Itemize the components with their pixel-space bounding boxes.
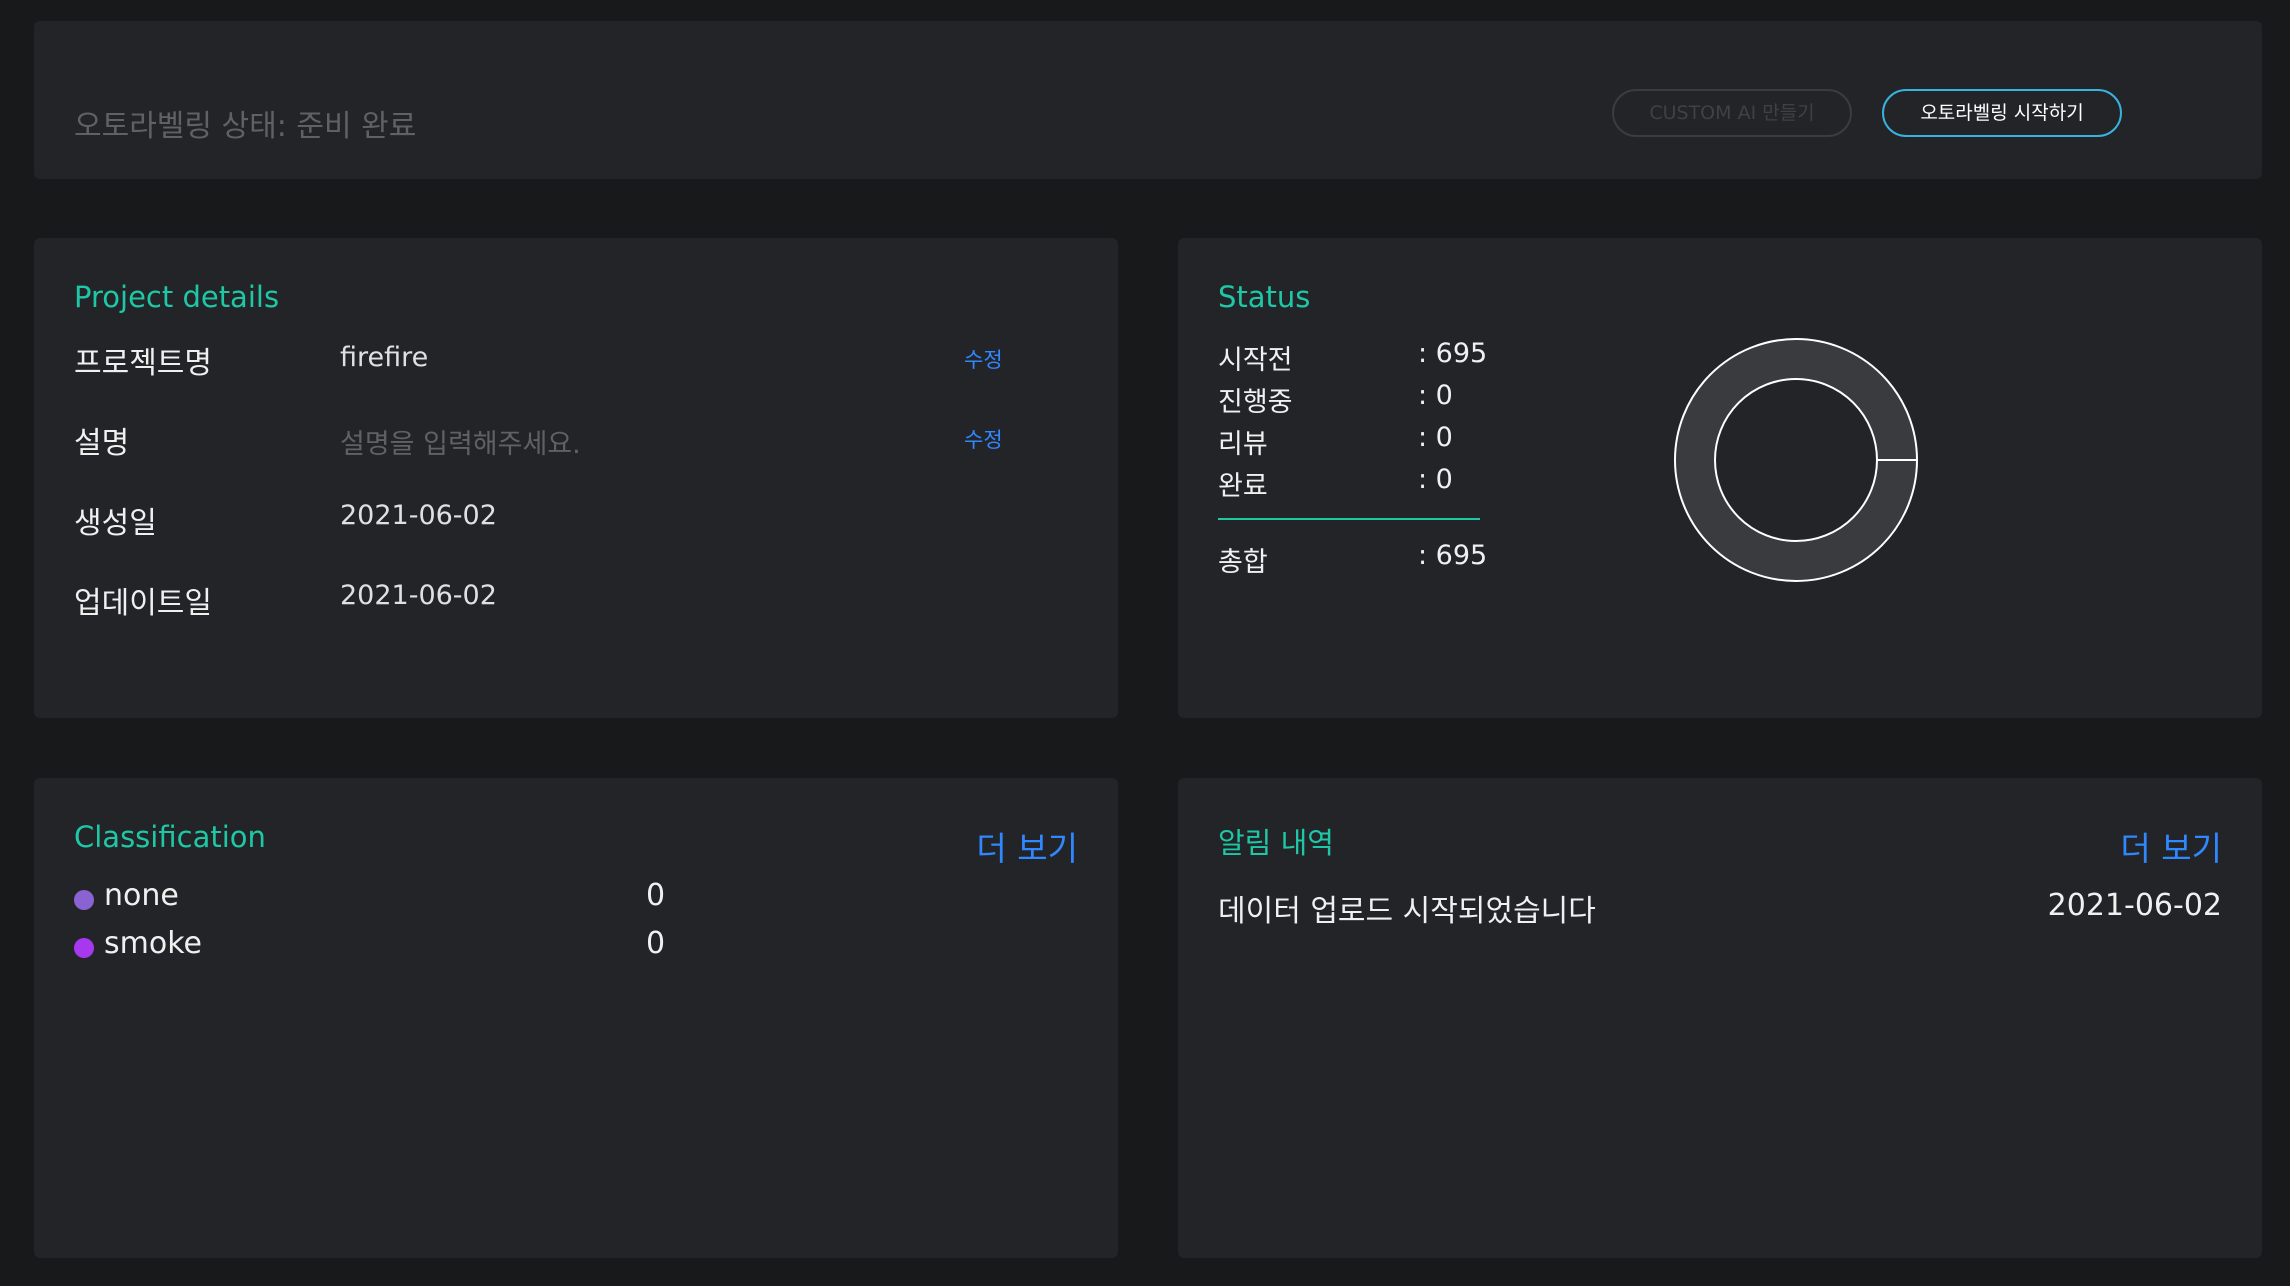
created-date-label: 생성일	[74, 506, 157, 541]
description-placeholder: 설명을 입력해주세요.	[340, 429, 581, 460]
class-name: none	[104, 878, 179, 913]
project-name-label: 프로젝트명	[74, 346, 212, 381]
class-count: 0	[646, 878, 666, 913]
classification-more-link[interactable]: 더 보기	[976, 822, 1078, 870]
description-label: 설명	[74, 426, 130, 461]
status-in-progress-label: 진행중	[1218, 387, 1293, 418]
status-divider	[1218, 518, 1480, 520]
notification-date: 2021-06-02	[2047, 888, 2222, 923]
status-total-label: 총합	[1218, 547, 1268, 578]
notification-message: 데이터 업로드 시작되었습니다	[1218, 894, 1596, 929]
autolabel-status-text: 오토라벨링 상태: 준비 완료	[74, 109, 417, 144]
status-not-started-label: 시작전	[1218, 345, 1293, 376]
edit-project-name-button[interactable]: 수정	[964, 344, 1003, 374]
status-not-started-value: : 695	[1418, 338, 1488, 369]
updated-date-value: 2021-06-02	[340, 580, 497, 611]
classification-title: Classification	[74, 820, 266, 854]
edit-description-button[interactable]: 수정	[964, 424, 1003, 454]
status-panel: Status 시작전 : 695 진행중 : 0 리뷰 : 0 완료 : 0 총…	[1178, 238, 2262, 718]
classification-panel: Classification 더 보기 none 0 smoke 0	[34, 778, 1118, 1258]
status-total-value: : 695	[1418, 540, 1488, 571]
status-review-value: : 0	[1418, 422, 1453, 453]
class-color-dot	[74, 938, 94, 958]
project-name-value: firefire	[340, 342, 429, 373]
status-title: Status	[1218, 280, 1311, 314]
donut-ring	[1675, 339, 1917, 581]
class-count: 0	[646, 926, 666, 961]
notification-history-title: 알림 내역	[1218, 826, 1334, 860]
donut-inner-edge	[1714, 378, 1878, 542]
status-review-label: 리뷰	[1218, 429, 1268, 460]
created-date-value: 2021-06-02	[340, 500, 497, 531]
status-donut-chart	[1674, 338, 1918, 582]
custom-ai-button[interactable]: CUSTOM AI 만들기	[1612, 89, 1852, 137]
notification-more-link[interactable]: 더 보기	[2120, 822, 2222, 870]
updated-date-label: 업데이트일	[74, 586, 212, 621]
class-name: smoke	[104, 926, 202, 961]
notification-history-panel: 알림 내역 더 보기 데이터 업로드 시작되었습니다 2021-06-02	[1178, 778, 2262, 1258]
autolabel-status-bar: 오토라벨링 상태: 준비 완료 CUSTOM AI 만들기 오토라벨링 시작하기	[34, 21, 2262, 179]
start-autolabel-button[interactable]: 오토라벨링 시작하기	[1882, 89, 2122, 137]
class-color-dot	[74, 890, 94, 910]
status-done-label: 완료	[1218, 471, 1268, 502]
project-details-title: Project details	[74, 280, 280, 314]
project-details-panel: Project details 프로젝트명 firefire 수정 설명 설명을…	[34, 238, 1118, 718]
status-done-value: : 0	[1418, 464, 1453, 495]
status-in-progress-value: : 0	[1418, 380, 1453, 411]
